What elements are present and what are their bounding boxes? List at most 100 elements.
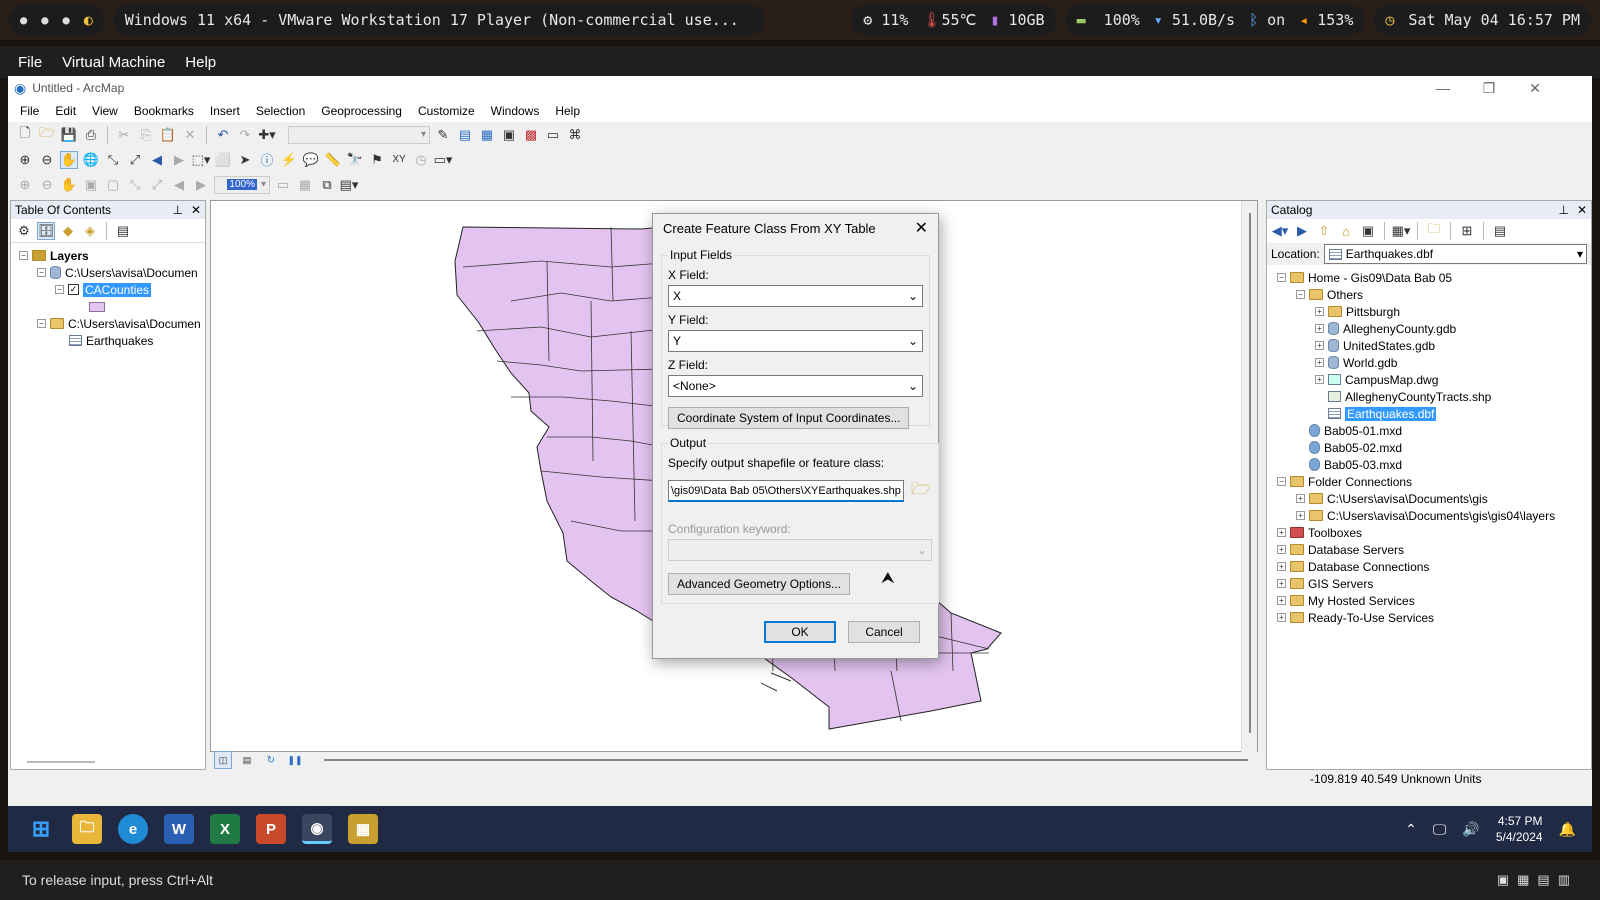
- pin-icon[interactable]: ⊥: [172, 203, 182, 217]
- cacounties-layer-label[interactable]: CACounties: [83, 282, 152, 297]
- network-adapter-icon[interactable]: ▦: [1517, 872, 1529, 888]
- map-vertical-scrollbar[interactable]: [1241, 201, 1257, 753]
- catalog-item[interactable]: + Pittsburgh: [1273, 303, 1591, 320]
- up-one-level-icon[interactable]: ⇧: [1315, 222, 1333, 240]
- fixed-zoom-out-icon[interactable]: ⤢: [126, 151, 144, 169]
- zoom-whole-page-icon[interactable]: ▣: [82, 176, 100, 194]
- browse-folder-icon[interactable]: 🗁: [910, 481, 932, 500]
- views-icon[interactable]: ▦▾: [1392, 222, 1411, 240]
- workspace-dot-icon[interactable]: ●: [62, 13, 69, 27]
- sound-card-icon[interactable]: ▥: [1558, 872, 1570, 888]
- catalog-item[interactable]: Bab05-01.mxd: [1273, 422, 1591, 439]
- collapse-icon[interactable]: −: [1277, 273, 1286, 282]
- excel-icon[interactable]: X: [210, 814, 240, 844]
- vm-menu-help[interactable]: Help: [185, 54, 216, 71]
- layout-zoom-in-icon[interactable]: ⊕: [16, 176, 34, 194]
- back-icon[interactable]: ◀▾: [1271, 222, 1289, 240]
- full-extent-icon[interactable]: 🌐: [82, 151, 100, 169]
- catalog-item[interactable]: + CampusMap.dwg: [1273, 371, 1591, 388]
- collapse-icon[interactable]: −: [55, 285, 64, 294]
- catalog-item[interactable]: + Toolboxes: [1273, 524, 1591, 541]
- x-field-select[interactable]: X ⌄: [668, 285, 923, 307]
- editor-toolbar-icon[interactable]: ✎: [434, 126, 452, 144]
- chevron-up-icon[interactable]: ⌃: [1405, 821, 1417, 838]
- menu-insert[interactable]: Insert: [202, 104, 248, 118]
- catalog-item[interactable]: Bab05-02.mxd: [1273, 439, 1591, 456]
- measure-icon[interactable]: 📏: [324, 151, 342, 169]
- vm-menu-file[interactable]: File: [18, 54, 42, 71]
- fixed-zoom-in-layout-icon[interactable]: ⤡: [126, 176, 144, 194]
- expand-icon[interactable]: +: [1296, 511, 1305, 520]
- expand-icon[interactable]: +: [1277, 545, 1286, 554]
- output-path-input[interactable]: \gis09\Data Bab 05\Others\XYEarthquakes.…: [668, 480, 904, 502]
- catalog-item[interactable]: Bab05-03.mxd: [1273, 456, 1591, 473]
- back-extent-icon[interactable]: ◀: [148, 151, 166, 169]
- clear-selection-icon[interactable]: ⬜: [214, 151, 232, 169]
- expand-icon[interactable]: +: [1277, 579, 1286, 588]
- list-by-selection-icon[interactable]: ◈: [81, 222, 99, 240]
- catalog-item[interactable]: + Database Servers: [1273, 541, 1591, 558]
- collapse-icon[interactable]: −: [37, 268, 46, 277]
- chevron-down-icon[interactable]: ▾: [1577, 247, 1586, 261]
- zoom-out-icon[interactable]: ⊖: [38, 151, 56, 169]
- workspace-dot-icon[interactable]: ●: [20, 13, 27, 27]
- menu-selection[interactable]: Selection: [248, 104, 313, 118]
- workspace-indicator[interactable]: ● ● ● ◐: [8, 5, 105, 35]
- menu-edit[interactable]: Edit: [47, 104, 84, 118]
- print-icon[interactable]: ⎙: [82, 126, 100, 144]
- catalog-item[interactable]: + C:\Users\avisa\Documents\gis\gis04\laye…: [1273, 507, 1591, 524]
- menu-windows[interactable]: Windows: [483, 104, 548, 118]
- coordinate-system-button[interactable]: Coordinate System of Input Coordinates..…: [668, 407, 910, 429]
- collapse-icon[interactable]: −: [1296, 290, 1305, 299]
- redo-icon[interactable]: ↷: [236, 126, 254, 144]
- focus-data-frame-icon[interactable]: ▦: [296, 176, 314, 194]
- save-icon[interactable]: 💾: [60, 126, 78, 144]
- scale-combo[interactable]: ▾: [288, 125, 430, 144]
- vm-menu-virtual-machine[interactable]: Virtual Machine: [62, 54, 165, 71]
- expand-icon[interactable]: +: [1315, 307, 1324, 316]
- workspace-dot-icon[interactable]: ●: [41, 13, 48, 27]
- minimize-button[interactable]: —: [1420, 76, 1466, 100]
- menu-geoprocessing[interactable]: Geoprocessing: [313, 104, 410, 118]
- expand-icon[interactable]: +: [1277, 562, 1286, 571]
- expand-icon[interactable]: +: [1315, 375, 1324, 384]
- word-icon[interactable]: W: [164, 814, 194, 844]
- zoom-percent-combo[interactable]: 100% ▾: [214, 175, 270, 194]
- ok-button[interactable]: OK: [764, 621, 836, 643]
- network-icon[interactable]: 🖵: [1433, 821, 1447, 838]
- toc-horizontal-scrollbar[interactable]: [27, 761, 95, 763]
- menu-view[interactable]: View: [84, 104, 126, 118]
- delete-icon[interactable]: ✕: [181, 126, 199, 144]
- catalog-options-icon[interactable]: ▤: [1491, 222, 1509, 240]
- layout-pan-icon[interactable]: ✋: [60, 176, 78, 194]
- catalog-item[interactable]: + World.gdb: [1273, 354, 1591, 371]
- catalog-item[interactable]: + My Hosted Services: [1273, 592, 1591, 609]
- z-field-select[interactable]: <None> ⌄: [668, 375, 923, 397]
- disk-icon[interactable]: ▣: [1497, 872, 1509, 888]
- table-of-contents-icon[interactable]: ▤: [456, 126, 474, 144]
- catalog-item[interactable]: Earthquakes.dbf: [1273, 405, 1591, 422]
- new-document-icon[interactable]: 🗋: [16, 125, 34, 144]
- layer-visibility-checkbox[interactable]: ✓: [68, 284, 79, 295]
- arctoolbox-icon[interactable]: ▩: [522, 126, 540, 144]
- pin-icon[interactable]: ⊥: [1558, 203, 1568, 217]
- refresh-icon[interactable]: ↻: [262, 751, 280, 769]
- hyperlink-icon[interactable]: ⚡: [280, 151, 298, 169]
- home-icon[interactable]: ⌂: [1337, 222, 1355, 240]
- map-horizontal-scrollbar[interactable]: [324, 759, 1248, 761]
- arcmap-taskbar-icon[interactable]: ◉: [302, 814, 332, 844]
- advanced-geometry-button[interactable]: Advanced Geometry Options...: [668, 573, 851, 595]
- y-field-select[interactable]: Y ⌄: [668, 330, 923, 352]
- expand-icon[interactable]: +: [1277, 613, 1286, 622]
- layout-view-icon[interactable]: ▤: [238, 751, 256, 769]
- expand-icon[interactable]: +: [1296, 494, 1305, 503]
- expand-icon[interactable]: +: [1315, 358, 1324, 367]
- close-button[interactable]: ✕: [1512, 76, 1558, 100]
- open-folder-icon[interactable]: 🗁: [38, 125, 56, 144]
- taskbar-clock[interactable]: 4:57 PM 5/4/2024: [1496, 813, 1543, 845]
- select-elements-icon[interactable]: ➤: [236, 151, 254, 169]
- layout-zoom-out-icon[interactable]: ⊖: [38, 176, 56, 194]
- catalog-item[interactable]: + Database Connections: [1273, 558, 1591, 575]
- add-data-icon[interactable]: ✚▾: [258, 126, 276, 144]
- list-by-drawing-order-icon[interactable]: ⚙: [15, 222, 33, 240]
